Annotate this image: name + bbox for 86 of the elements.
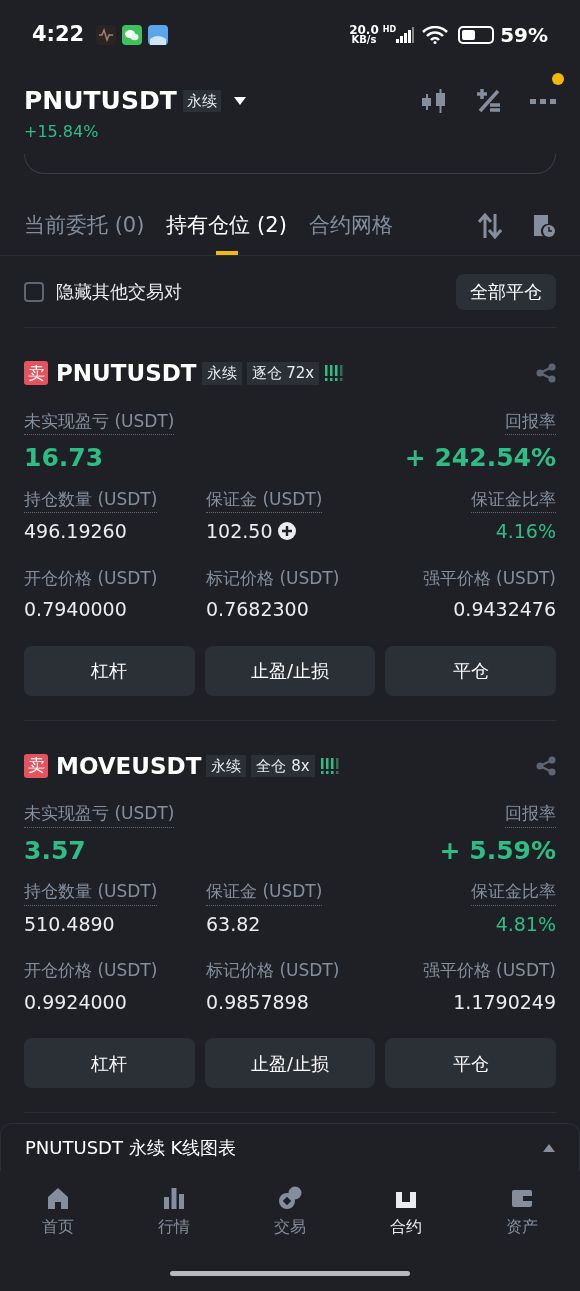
network-speed: 20.0 [349,25,379,35]
pnl-label[interactable]: 未实现盈亏 (USDT) [24,408,175,435]
share-icon[interactable] [536,755,556,776]
action-button[interactable]: 杠杆 [24,1038,195,1088]
stat-label[interactable]: 保证金 (USDT) [206,879,323,906]
wifi-icon [422,26,449,44]
pnl-label[interactable]: 未实现盈亏 (USDT) [24,801,175,828]
position-tag: 永续 [201,362,242,385]
action-button[interactable]: 平仓 [385,1038,556,1088]
tab[interactable]: 合约网格 [308,209,393,255]
side-badge: 卖 [24,753,48,778]
dropdown-icon[interactable] [232,95,247,106]
stat-value: 0.9432476 [453,597,556,622]
price-change: +15.84% [24,120,100,143]
calculator-icon[interactable] [476,88,502,114]
action-button[interactable]: 杠杆 [24,645,195,696]
add-icon[interactable] [278,522,297,541]
home-icon [45,1185,71,1211]
more-icon[interactable] [530,97,556,105]
chat-app-icon [122,25,143,45]
position-symbol: MOVEUSDT [56,751,202,781]
stat-value: 510.4890 [24,911,115,937]
stat-label: 强平价格 (USDT) [422,566,556,590]
stat-label[interactable]: 保证金 (USDT) [206,486,323,513]
stat-value: 63.82 [206,911,261,937]
stat-value: 1.1790249 [453,989,556,1015]
stat-value: 0.9857898 [206,989,309,1015]
nav-item[interactable]: 合约 [366,1185,446,1239]
nav-item[interactable]: 资产 [482,1185,562,1239]
position-tag: 永续 [206,754,247,777]
battery-icon [458,26,495,44]
contract-tag: 永续 [182,89,221,112]
stat-label[interactable]: 保证金比率 [471,486,556,513]
nav-item[interactable]: 行情 [134,1185,214,1239]
expand-caret-icon[interactable] [543,1143,555,1152]
stat-label[interactable]: 持仓数量 (USDT) [24,879,158,906]
clock-time: 4:22 [32,21,85,49]
stat-value: 0.7682300 [206,597,309,622]
tab[interactable]: 持有仓位 (2) [166,209,287,255]
stat-value: 0.9924000 [24,989,127,1015]
return-rate: + 242.54% [404,442,556,474]
stat-value: 102.50 [206,519,273,544]
roe-label[interactable]: 回报率 [505,801,556,828]
sort-icon[interactable] [478,213,502,239]
roe-label[interactable]: 回报率 [505,408,556,435]
action-button[interactable]: 平仓 [385,645,556,696]
risk-meter-icon [320,757,339,774]
battery-percent: 59% [500,22,548,49]
position-tag: 逐仓 72x [246,362,320,385]
stat-label: 标记价格 (USDT) [206,959,340,982]
stat-label: 标记价格 (USDT) [206,566,340,590]
stat-label[interactable]: 保证金比率 [471,879,556,906]
position-symbol: PNUTUSDT [56,359,197,388]
stat-value: 0.7940000 [24,597,127,622]
stat-label: 开仓价格 (USDT) [24,959,158,982]
risk-meter-icon [325,365,344,382]
stat-label: 开仓价格 (USDT) [24,566,158,590]
stat-label: 强平价格 (USDT) [422,959,556,982]
close-all-button[interactable]: 全部平仓 [456,273,556,310]
action-button[interactable]: 止盈/止损 [204,645,376,696]
checkbox-label[interactable]: 隐藏其他交易对 [56,278,182,305]
signal-icon [396,27,415,43]
stat-value: 4.16% [495,519,556,544]
tab[interactable]: 当前委托 (0) [24,209,145,255]
stat-value: 4.81% [495,911,556,937]
unrealized-pnl: 16.73 [24,442,104,474]
symbol-title[interactable]: PNUTUSDT [24,82,177,120]
nav-item[interactable]: 首页 [18,1185,98,1239]
nav-item[interactable]: 交易 [250,1185,330,1239]
network-type: HD [382,24,397,36]
unrealized-pnl: 3.57 [24,834,86,867]
stat-value: 496.19260 [24,519,127,544]
app-notification-icon [96,25,117,45]
return-rate: + 5.59% [439,834,556,867]
history-icon[interactable] [532,214,556,238]
side-badge: 卖 [24,361,48,386]
stat-label[interactable]: 持仓数量 (USDT) [24,486,158,513]
checkbox[interactable] [24,281,44,302]
speed-unit: KB/s [351,35,377,45]
markets-icon [161,1185,187,1211]
calendar-app-icon [148,25,169,45]
candlestick-icon[interactable] [420,88,448,114]
trade-icon [277,1185,303,1211]
position-tag: 全仓 8x [251,754,315,777]
share-icon[interactable] [536,363,556,384]
action-button[interactable]: 止盈/止损 [204,1038,376,1088]
